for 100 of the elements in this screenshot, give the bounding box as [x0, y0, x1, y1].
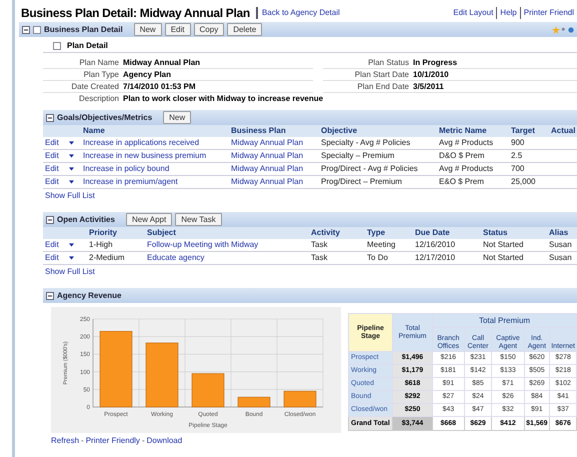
table-cell: Task: [311, 253, 328, 262]
caret-icon: [68, 256, 74, 260]
column-header: Activity: [311, 227, 368, 239]
table-link[interactable]: Increase in policy bound: [83, 164, 170, 173]
toolbar-button[interactable]: New Appt: [126, 213, 172, 226]
field-label: Plan Type: [43, 69, 123, 81]
table-cell: 12/17/2010: [415, 253, 456, 262]
table-cell: 2-Medium: [89, 253, 125, 262]
column-header: Subject: [147, 227, 312, 239]
table-cell: E&O $ Prem: [439, 177, 484, 186]
table-cell: D&O $ Prem: [439, 151, 484, 160]
table-cell: Susan: [549, 240, 572, 249]
checkbox-icon: [53, 42, 61, 50]
footer-link[interactable]: Refresh: [51, 436, 80, 445]
edit-link[interactable]: Edit: [45, 240, 59, 249]
table-cell: 2.5: [511, 151, 522, 160]
table-link[interactable]: Increase in new business premium: [83, 151, 206, 160]
table-cell: Prog/Direct - Avg # Policies: [321, 164, 418, 173]
table-cell: Specialty – Premium: [321, 151, 394, 160]
column-header: Name: [43, 125, 232, 137]
column-header: Type: [367, 227, 416, 239]
field-value: Plan to work closer with Midway to increase revenue: [123, 93, 324, 105]
caret-icon: [68, 242, 74, 247]
section-title: Agency Revenue: [57, 290, 122, 302]
bar: [146, 342, 178, 408]
table-link[interactable]: Midway Annual Plan: [231, 138, 304, 147]
field-value: Midway Annual Plan: [123, 57, 313, 69]
field-value: Agency Plan: [123, 69, 313, 81]
column-header: Priority: [43, 227, 148, 239]
collapse-icon: [46, 216, 54, 224]
table-cell: Prog/Direct – Premium: [321, 177, 402, 186]
edit-link[interactable]: Edit: [45, 138, 59, 147]
toolbar-button[interactable]: Copy: [194, 23, 224, 36]
column-header: Business Plan: [231, 125, 322, 137]
caret-icon: [68, 140, 74, 145]
footer-link[interactable]: Printer Friendly: [86, 436, 140, 445]
column-header: Actual: [551, 125, 577, 137]
caret-icon: [68, 180, 74, 184]
link-separator: -: [142, 436, 145, 445]
column-header: Due Date: [415, 227, 484, 239]
table-link[interactable]: Increase in applications received: [83, 138, 200, 147]
collapse-icon: [22, 26, 30, 34]
section-title: Open Activities: [57, 214, 115, 226]
group-header: Total Premium: [432, 314, 576, 328]
table-cell: 25,000: [511, 177, 536, 186]
section-title: Business Plan Detail: [44, 24, 123, 36]
collapse-icon: [46, 114, 54, 122]
caret-icon: [68, 166, 74, 171]
table-link[interactable]: Midway Annual Plan: [231, 164, 304, 173]
table-cell: Specialty - Avg # Policies: [321, 138, 410, 147]
table-cell: Not Started: [483, 240, 524, 249]
header-link[interactable]: Help: [496, 7, 520, 19]
field-label: Plan End Date: [323, 81, 413, 93]
dot-icon: [561, 26, 567, 34]
table-link[interactable]: Educate agency: [147, 253, 204, 262]
toolbar-button[interactable]: New: [134, 23, 162, 36]
page-title: Business Plan Detail: Midway Annual Plan: [21, 5, 250, 22]
table-link[interactable]: Increase in premium/agent: [83, 177, 178, 186]
bar: [192, 373, 224, 408]
field-value: 10/1/2010: [413, 69, 577, 81]
toolbar-button[interactable]: New: [163, 111, 192, 124]
table-cell: To Do: [367, 253, 388, 262]
table-cell: 12/16/2010: [415, 240, 456, 249]
table-cell: 900: [511, 138, 524, 147]
caret-icon: [68, 154, 74, 158]
table-cell: Meeting: [367, 240, 396, 249]
collapse-icon: [46, 292, 54, 300]
table-cell: 1-High: [89, 240, 113, 249]
toolbar-button[interactable]: Edit: [164, 23, 191, 36]
table-cell: 700: [511, 164, 524, 173]
column-header: Objective: [321, 125, 440, 137]
field-value: 3/5/2011: [413, 81, 577, 93]
edit-link[interactable]: Edit: [45, 164, 59, 173]
field-value: In Progress: [413, 57, 577, 69]
column-header: Metric Name: [439, 125, 512, 137]
table-link[interactable]: Follow-up Meeting with Midway: [147, 240, 258, 249]
edit-link[interactable]: Edit: [45, 151, 59, 160]
table-link[interactable]: Midway Annual Plan: [231, 177, 304, 186]
column-header: Target: [511, 125, 552, 137]
table-cell: Susan: [549, 253, 572, 262]
header-link[interactable]: Printer Friendl: [520, 7, 577, 19]
edit-link[interactable]: Edit: [45, 253, 59, 262]
bar: [284, 390, 316, 408]
toolbar-button[interactable]: New Task: [175, 213, 222, 226]
field-label: Date Created: [43, 81, 123, 93]
header-link[interactable]: Edit Layout: [450, 7, 496, 19]
field-label: Description: [78, 93, 120, 105]
table-cell: Avg # Products: [439, 164, 494, 173]
show-full-list-link[interactable]: Show Full List: [45, 191, 95, 200]
subsection-title: Plan Detail: [67, 40, 108, 52]
footer-link[interactable]: Download: [146, 436, 182, 445]
table-link[interactable]: Midway Annual Plan: [231, 151, 304, 160]
section-title: Goals/Objectives/Metrics: [57, 112, 152, 124]
column-header: Status: [483, 227, 550, 239]
back-link[interactable]: Back to Agency Detail: [256, 7, 340, 19]
toolbar-button[interactable]: Delete: [227, 23, 262, 36]
show-full-list-link[interactable]: Show Full List: [45, 267, 95, 276]
table-cell: Task: [311, 240, 328, 249]
field-label: Plan Status: [323, 57, 413, 69]
edit-link[interactable]: Edit: [45, 177, 59, 186]
